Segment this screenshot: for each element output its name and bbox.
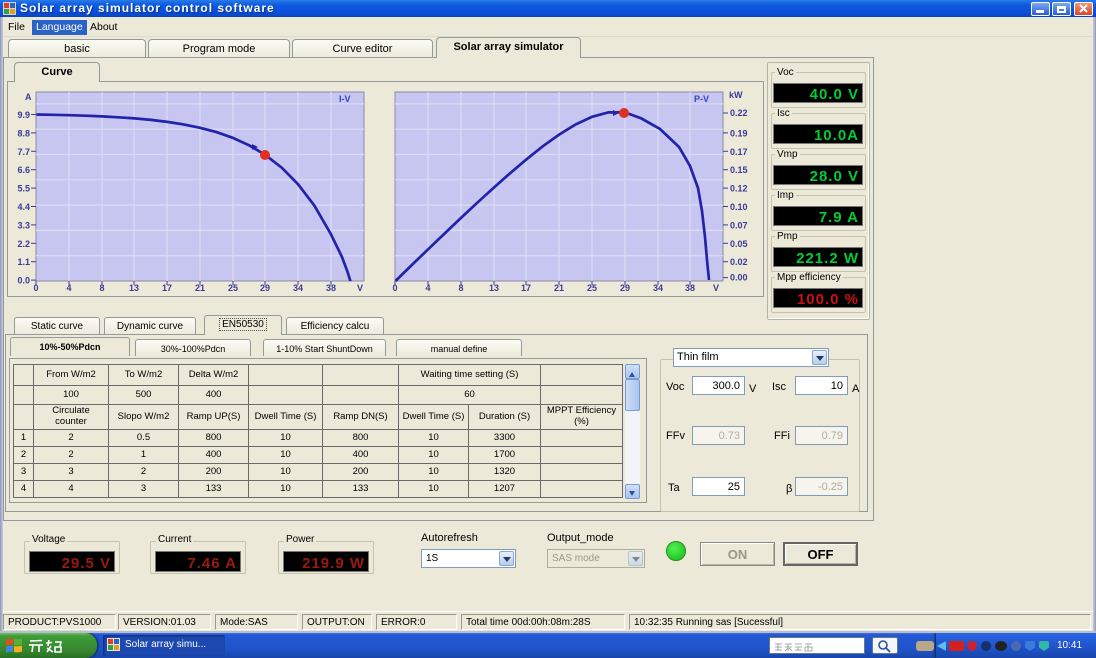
svg-text:0.19: 0.19 (730, 128, 748, 138)
svg-text:3.3: 3.3 (17, 220, 30, 230)
svg-text:0.02: 0.02 (730, 257, 748, 267)
svg-text:I-V: I-V (339, 94, 351, 104)
svg-text:V: V (357, 283, 363, 293)
svg-text:9.9: 9.9 (17, 110, 30, 120)
svg-text:0.12: 0.12 (730, 184, 748, 194)
svg-text:5.5: 5.5 (17, 184, 30, 194)
svg-text:V: V (713, 283, 719, 293)
svg-text:1.1: 1.1 (17, 257, 30, 267)
svg-text:0.22: 0.22 (730, 108, 748, 118)
svg-text:0.15: 0.15 (730, 165, 748, 175)
svg-text:A: A (25, 92, 32, 102)
svg-text:P-V: P-V (694, 94, 709, 104)
svg-text:2.2: 2.2 (17, 239, 30, 249)
svg-text:6.6: 6.6 (17, 165, 30, 175)
svg-text:0.05: 0.05 (730, 239, 748, 249)
svg-text:0.0: 0.0 (17, 276, 30, 286)
svg-text:7.7: 7.7 (17, 147, 30, 157)
svg-text:0.00: 0.00 (730, 273, 748, 283)
svg-text:0.07: 0.07 (730, 220, 748, 230)
svg-text:8.8: 8.8 (17, 128, 30, 138)
svg-text:0.17: 0.17 (730, 147, 748, 157)
svg-text:0.10: 0.10 (730, 202, 748, 212)
svg-text:4.4: 4.4 (17, 202, 30, 212)
svg-text:kW: kW (729, 90, 743, 100)
